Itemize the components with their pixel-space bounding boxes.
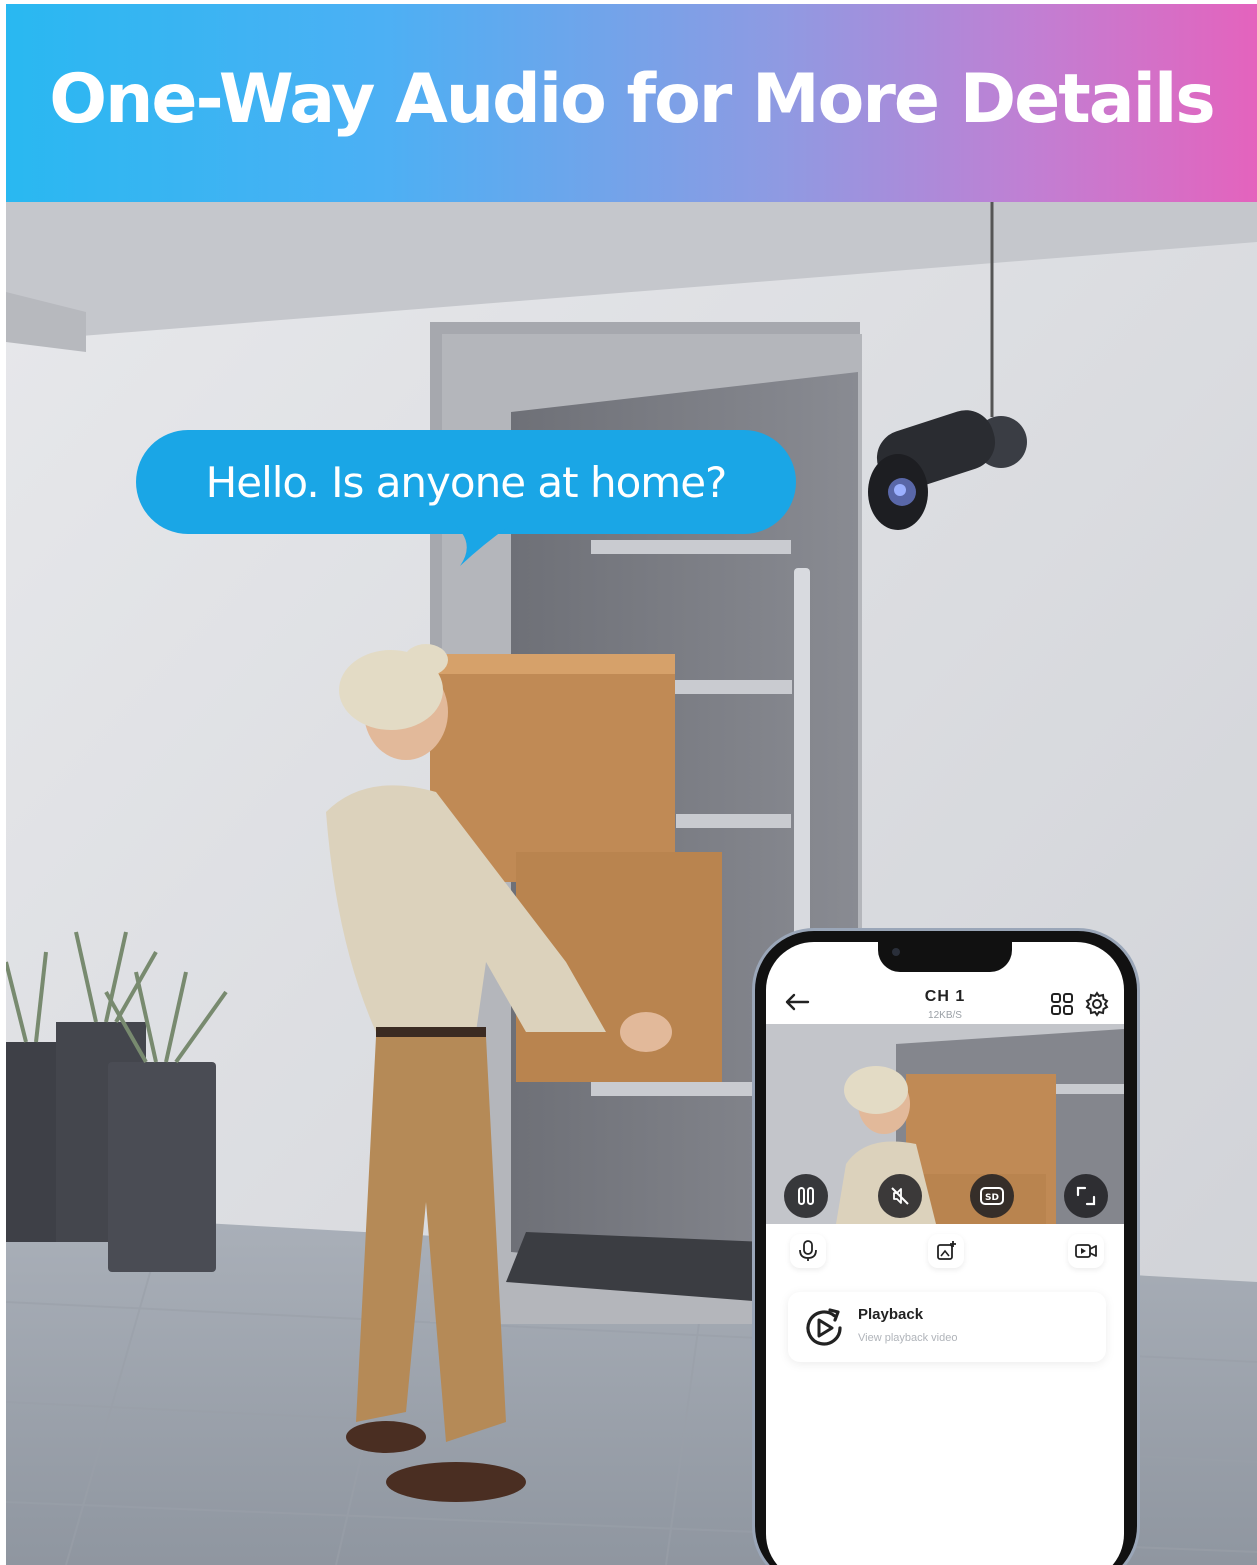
speech-text: Hello. Is anyone at home? [205, 457, 728, 507]
front-camera [892, 948, 900, 956]
playback-card[interactable]: Playback View playback video [788, 1292, 1106, 1362]
fullscreen-button[interactable] [1064, 1174, 1108, 1218]
snapshot-button[interactable] [928, 1234, 964, 1268]
microphone-icon [799, 1240, 817, 1261]
quality-sd-button[interactable]: SD [970, 1174, 1014, 1218]
app-header: CH 1 12KB/S [766, 982, 1124, 1024]
playback-subtitle: View playback video [858, 1332, 958, 1344]
phone-screen: CH 1 12KB/S SD Playback View playback vi… [766, 942, 1124, 1565]
gear-icon[interactable] [1084, 991, 1110, 1017]
mute-icon [891, 1187, 909, 1205]
talk-button[interactable] [790, 1234, 826, 1268]
banner-title: One-Way Audio for More Details [49, 59, 1216, 139]
pause-button[interactable] [784, 1174, 828, 1218]
mute-button[interactable] [878, 1174, 922, 1218]
playback-icon [806, 1308, 842, 1346]
record-button[interactable] [1068, 1234, 1104, 1268]
pause-icon [798, 1187, 814, 1205]
live-video-view[interactable]: SD [766, 1024, 1124, 1224]
sd-icon: SD [980, 1187, 1004, 1205]
playback-title: Playback [858, 1306, 924, 1323]
fullscreen-icon [1076, 1186, 1096, 1206]
record-video-icon [1075, 1244, 1097, 1258]
phone-notch [878, 938, 1012, 972]
speech-bubble-tail [448, 520, 518, 566]
snapshot-icon [937, 1241, 956, 1260]
speech-bubble: Hello. Is anyone at home? [136, 430, 796, 534]
svg-text:SD: SD [985, 1193, 999, 1203]
grid-icon[interactable] [1050, 992, 1074, 1016]
header-banner: One-Way Audio for More Details [6, 4, 1257, 202]
control-row [766, 1230, 1124, 1274]
